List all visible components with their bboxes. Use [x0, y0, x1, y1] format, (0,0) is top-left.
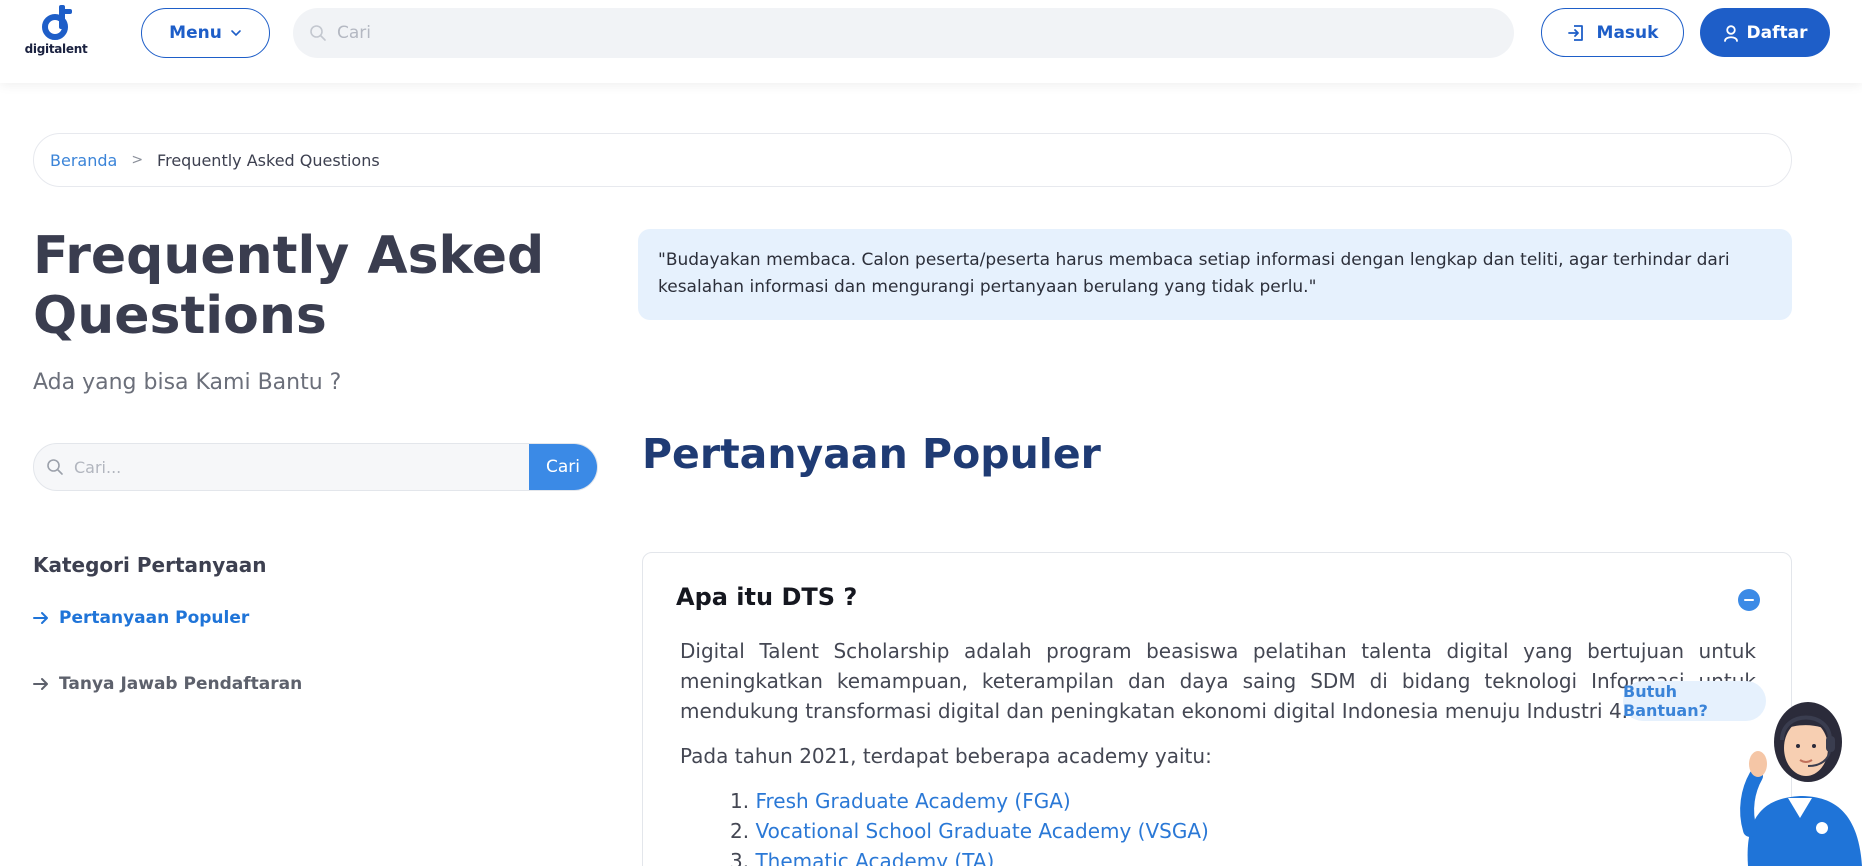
- category-title: Kategori Pertanyaan: [33, 553, 267, 577]
- menu-label: Menu: [169, 23, 222, 43]
- faq-search-box: Cari: [33, 443, 598, 491]
- faq-search-input[interactable]: [64, 444, 529, 490]
- academy-list: 1. Fresh Graduate Academy (FGA) 2. Vocat…: [680, 786, 1756, 866]
- faq-accordion-item: Apa itu DTS ? Digital Talent Scholarship…: [642, 552, 1792, 866]
- login-button[interactable]: Masuk: [1541, 8, 1684, 57]
- page-subtitle: Ada yang bisa Kami Bantu ?: [33, 370, 342, 395]
- faq-answer-paragraph: Pada tahun 2021, terdapat beberapa acade…: [680, 744, 1212, 768]
- list-number: 3.: [730, 849, 750, 866]
- category-item-registration[interactable]: Tanya Jawab Pendaftaran: [33, 674, 302, 694]
- search-icon: [310, 25, 326, 41]
- logo-text: digitalent: [24, 42, 88, 56]
- academy-link[interactable]: Fresh Graduate Academy (FGA): [755, 789, 1070, 813]
- register-label: Daftar: [1746, 22, 1808, 43]
- category-label: Tanya Jawab Pendaftaran: [59, 674, 303, 694]
- academy-link[interactable]: Thematic Academy (TA): [755, 849, 994, 866]
- login-label: Masuk: [1596, 22, 1659, 43]
- page-title: Frequently Asked Questions: [33, 226, 545, 346]
- top-navbar: digitalent Menu Cari Masuk Daftar: [0, 0, 1862, 83]
- chevron-down-icon: [231, 30, 241, 37]
- category-label: Pertanyaan Populer: [59, 608, 250, 628]
- academy-link[interactable]: Vocational School Graduate Academy (VSGA…: [755, 819, 1208, 843]
- list-number: 2.: [730, 819, 750, 843]
- faq-search-button[interactable]: Cari: [529, 444, 597, 490]
- arrow-right-icon: [33, 678, 48, 690]
- breadcrumb-separator-icon: >: [131, 152, 144, 168]
- list-item: 2. Vocational School Graduate Academy (V…: [730, 816, 1756, 846]
- category-item-popular[interactable]: Pertanyaan Populer: [33, 608, 249, 628]
- customer-service-illustration[interactable]: [1730, 690, 1862, 866]
- user-icon: [1723, 24, 1738, 42]
- global-search-placeholder[interactable]: Cari: [337, 23, 371, 43]
- digitalent-logo[interactable]: digitalent: [24, 2, 88, 58]
- global-search-bar[interactable]: Cari: [293, 8, 1514, 58]
- minus-circle-icon[interactable]: [1738, 589, 1760, 611]
- section-title: Pertanyaan Populer: [642, 430, 1101, 478]
- faq-answer-paragraph: Digital Talent Scholarship adalah progra…: [680, 639, 1756, 723]
- arrow-right-icon: [33, 612, 48, 624]
- search-icon: [47, 459, 63, 475]
- list-item: 1. Fresh Graduate Academy (FGA): [730, 786, 1756, 816]
- logo-mark-icon: [42, 5, 72, 40]
- faq-question[interactable]: Apa itu DTS ?: [676, 583, 857, 611]
- reading-notice: "Budayakan membaca. Calon peserta/pesert…: [638, 229, 1792, 320]
- breadcrumb: Beranda > Frequently Asked Questions: [33, 133, 1792, 187]
- register-button[interactable]: Daftar: [1700, 8, 1830, 57]
- list-item: 3. Thematic Academy (TA): [730, 846, 1756, 866]
- list-number: 1.: [730, 789, 750, 813]
- menu-button[interactable]: Menu: [141, 8, 270, 58]
- faq-answer: Digital Talent Scholarship adalah progra…: [680, 636, 1756, 866]
- breadcrumb-home-link[interactable]: Beranda: [50, 151, 117, 170]
- breadcrumb-current: Frequently Asked Questions: [157, 150, 380, 170]
- login-icon: [1567, 24, 1583, 41]
